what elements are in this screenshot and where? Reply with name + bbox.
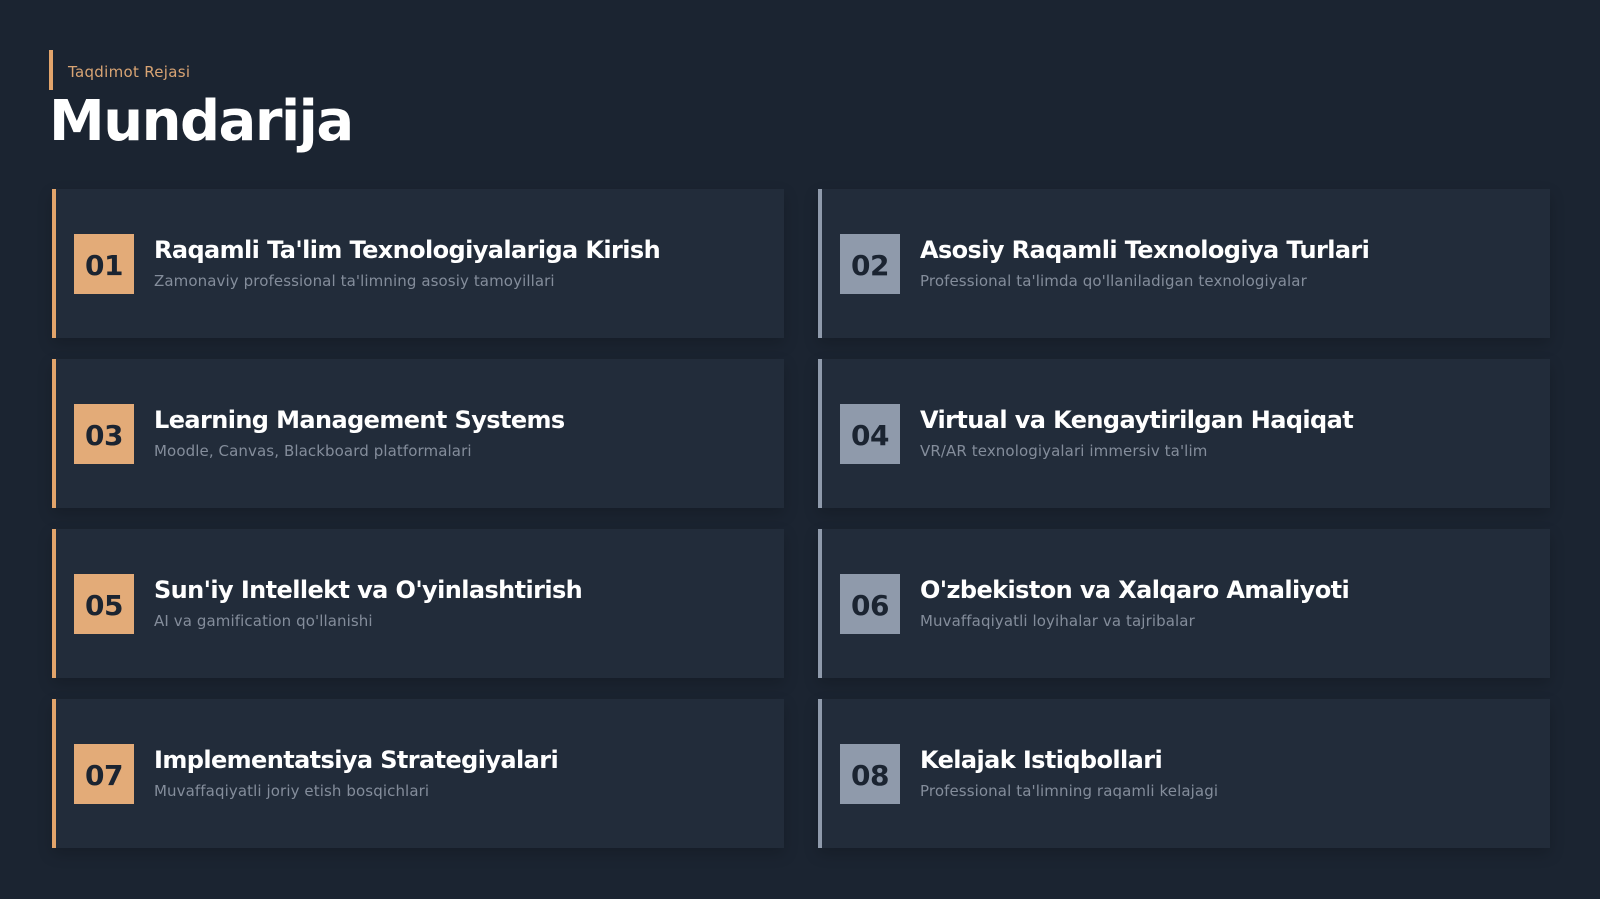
item-title: Learning Management Systems — [154, 405, 565, 434]
item-title: Raqamli Ta'lim Texnologiyalariga Kirish — [154, 235, 661, 264]
item-subtitle: Zamonaviy professional ta'limning asosiy… — [154, 271, 555, 290]
item-text: Raqamli Ta'lim Texnologiyalariga Kirish … — [154, 235, 661, 291]
item-number-badge: 03 — [74, 403, 134, 464]
item-number-badge: 08 — [840, 743, 900, 804]
item-title: O'zbekiston va Xalqaro Amaliyoti — [920, 575, 1350, 604]
item-number-badge: 01 — [74, 233, 134, 294]
item-title: Kelajak Istiqbollari — [920, 745, 1163, 774]
item-subtitle: Professional ta'limda qo'llaniladigan te… — [920, 271, 1307, 290]
item-number-badge: 07 — [74, 743, 134, 804]
item-text: Kelajak Istiqbollari Professional ta'lim… — [920, 745, 1218, 801]
slide-header: Taqdimot Rejasi Mundarija — [49, 50, 354, 160]
item-number-badge: 02 — [840, 233, 900, 294]
item-subtitle: Professional ta'limning raqamli kelajagi — [920, 781, 1219, 800]
item-number-badge: 05 — [74, 573, 134, 634]
item-subtitle: Moodle, Canvas, Blackboard platformalari — [154, 441, 472, 460]
toc-item-04: 04 Virtual va Kengaytirilgan Haqiqat VR/… — [818, 359, 1550, 508]
toc-grid: 01 Raqamli Ta'lim Texnologiyalariga Kiri… — [52, 189, 1552, 848]
toc-item-01: 01 Raqamli Ta'lim Texnologiyalariga Kiri… — [52, 189, 784, 338]
item-number-badge: 06 — [840, 573, 900, 634]
item-text: Virtual va Kengaytirilgan Haqiqat VR/AR … — [920, 405, 1354, 461]
item-subtitle: Muvaffaqiyatli joriy etish bosqichlari — [154, 781, 430, 800]
toc-item-08: 08 Kelajak Istiqbollari Professional ta'… — [818, 699, 1550, 848]
item-text: Sun'iy Intellekt va O'yinlashtirish AI v… — [154, 575, 583, 631]
toc-item-06: 06 O'zbekiston va Xalqaro Amaliyoti Muva… — [818, 529, 1550, 678]
toc-item-05: 05 Sun'iy Intellekt va O'yinlashtirish A… — [52, 529, 784, 678]
item-subtitle: VR/AR texnologiyalari immersiv ta'lim — [920, 441, 1208, 460]
item-number-badge: 04 — [840, 403, 900, 464]
item-text: Implementatsiya Strategiyalari Muvaffaqi… — [154, 745, 559, 801]
item-text: Learning Management Systems Moodle, Canv… — [154, 405, 565, 461]
page-title: Mundarija — [49, 89, 354, 154]
toc-item-07: 07 Implementatsiya Strategiyalari Muvaff… — [52, 699, 784, 848]
item-title: Asosiy Raqamli Texnologiya Turlari — [920, 235, 1370, 264]
item-text: O'zbekiston va Xalqaro Amaliyoti Muvaffa… — [920, 575, 1350, 631]
item-title: Sun'iy Intellekt va O'yinlashtirish — [154, 575, 583, 604]
item-title: Virtual va Kengaytirilgan Haqiqat — [920, 405, 1354, 434]
eyebrow-label: Taqdimot Rejasi — [68, 63, 191, 81]
item-title: Implementatsiya Strategiyalari — [154, 745, 559, 774]
toc-item-02: 02 Asosiy Raqamli Texnologiya Turlari Pr… — [818, 189, 1550, 338]
item-subtitle: AI va gamification qo'llanishi — [154, 611, 373, 630]
item-subtitle: Muvaffaqiyatli loyihalar va tajribalar — [920, 611, 1195, 630]
item-text: Asosiy Raqamli Texnologiya Turlari Profe… — [920, 235, 1370, 291]
toc-item-03: 03 Learning Management Systems Moodle, C… — [52, 359, 784, 508]
